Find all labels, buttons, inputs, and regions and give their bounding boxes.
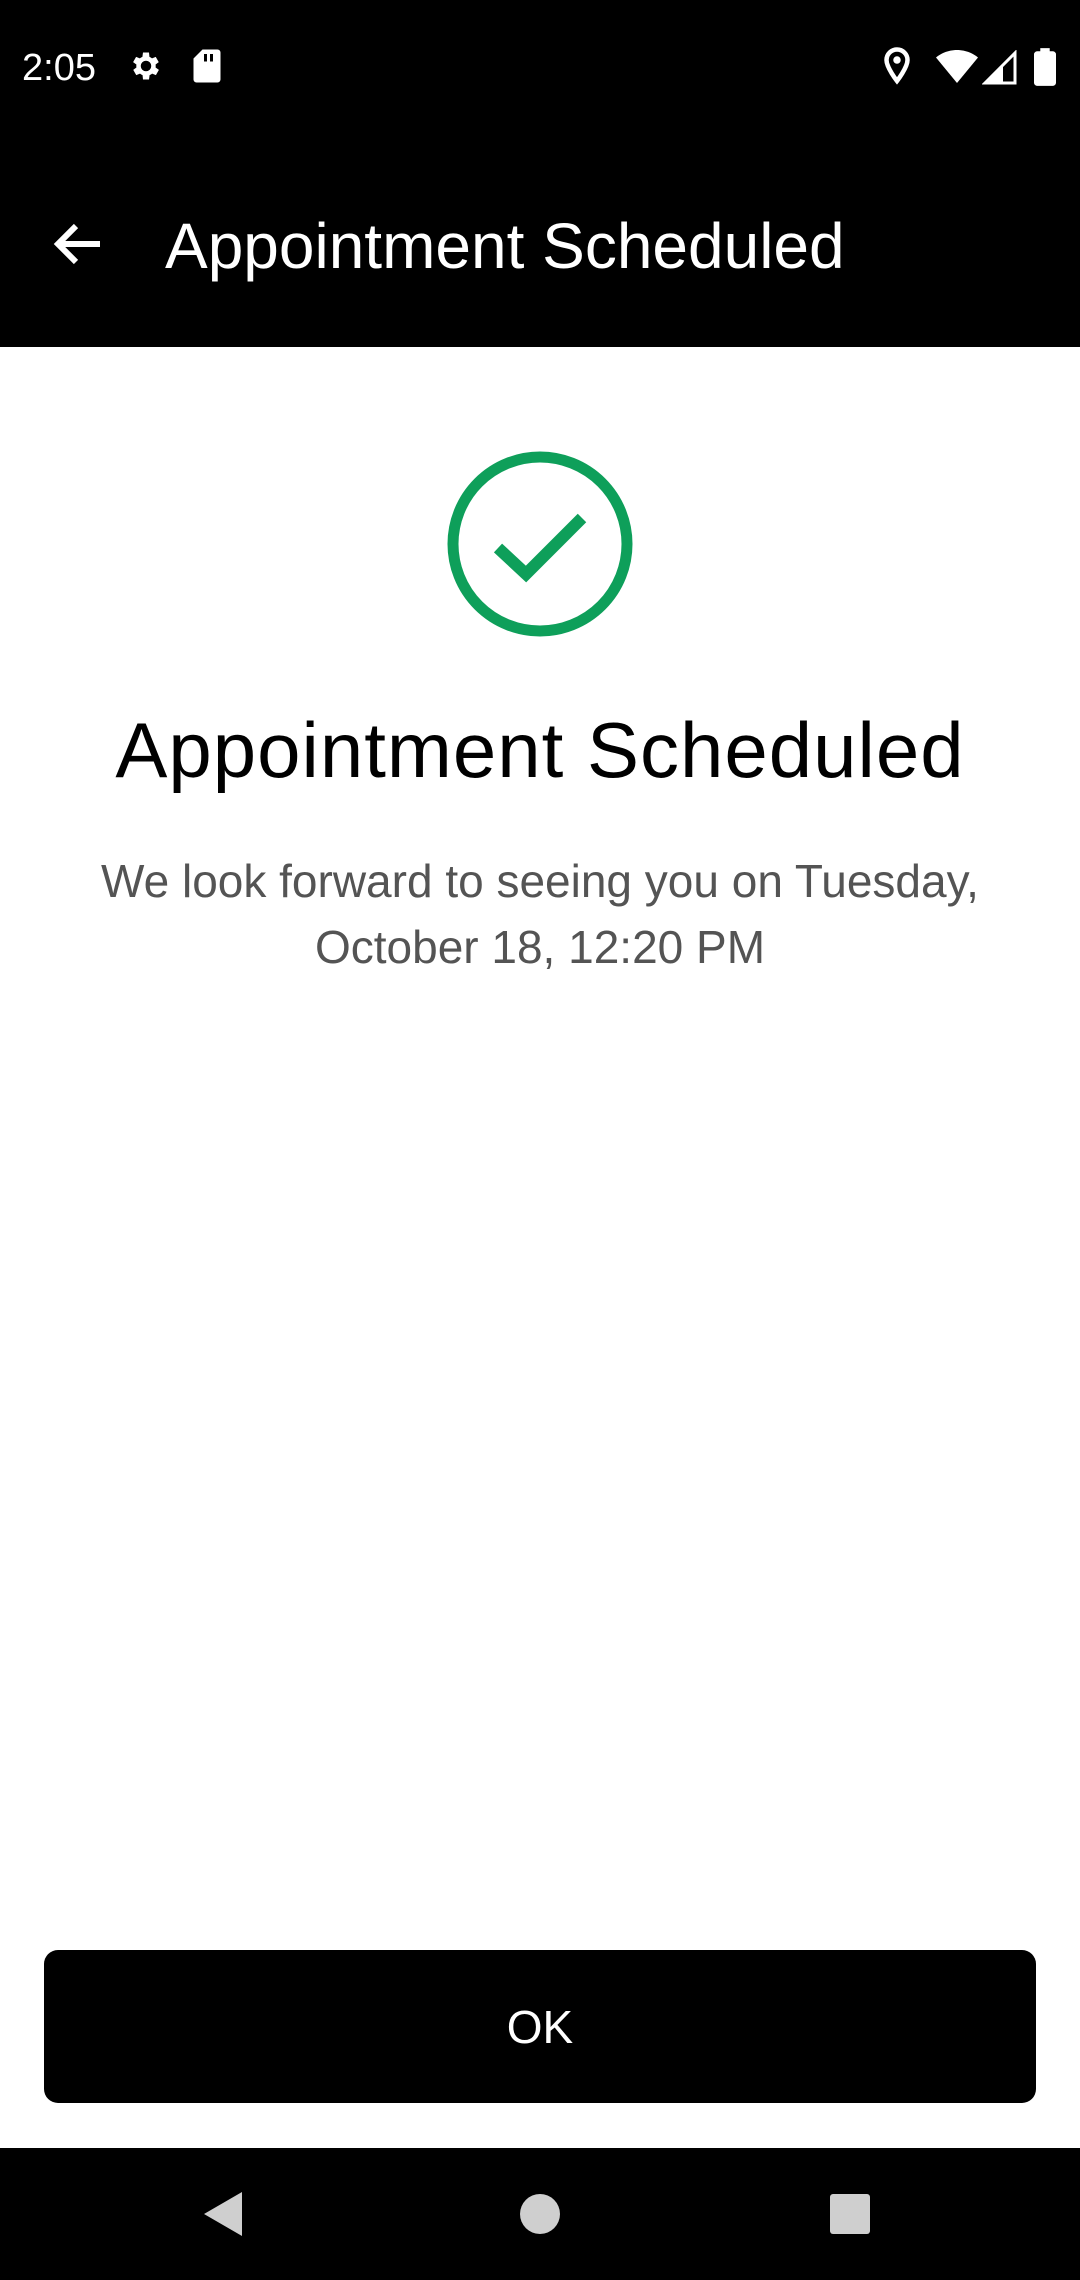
gear-icon — [133, 52, 159, 80]
status-time: 2:05 — [22, 47, 96, 89]
confirmation-headline: Appointment Scheduled — [115, 706, 965, 794]
nav-back-icon[interactable] — [196, 2184, 256, 2244]
app-bar: Appointment Scheduled — [0, 136, 1080, 347]
wifi-icon — [936, 50, 978, 83]
location-icon — [884, 47, 910, 85]
status-bar: 2:05 — [0, 0, 1080, 136]
sd-card-icon — [193, 49, 221, 83]
nav-home-icon[interactable] — [510, 2184, 570, 2244]
signal-icon — [982, 50, 1017, 85]
page-title: Appointment Scheduled — [165, 210, 845, 282]
confirmation-message: We look forward to seeing you on Tuesday… — [101, 855, 979, 973]
back-button[interactable] — [40, 206, 116, 282]
battery-icon — [1034, 48, 1056, 86]
check-circle-icon — [447, 451, 633, 637]
system-nav-bar — [0, 2148, 1080, 2280]
arrow-left-icon — [53, 223, 100, 265]
ok-button[interactable]: OK — [44, 1950, 1036, 2103]
nav-recents-icon[interactable] — [820, 2184, 880, 2244]
